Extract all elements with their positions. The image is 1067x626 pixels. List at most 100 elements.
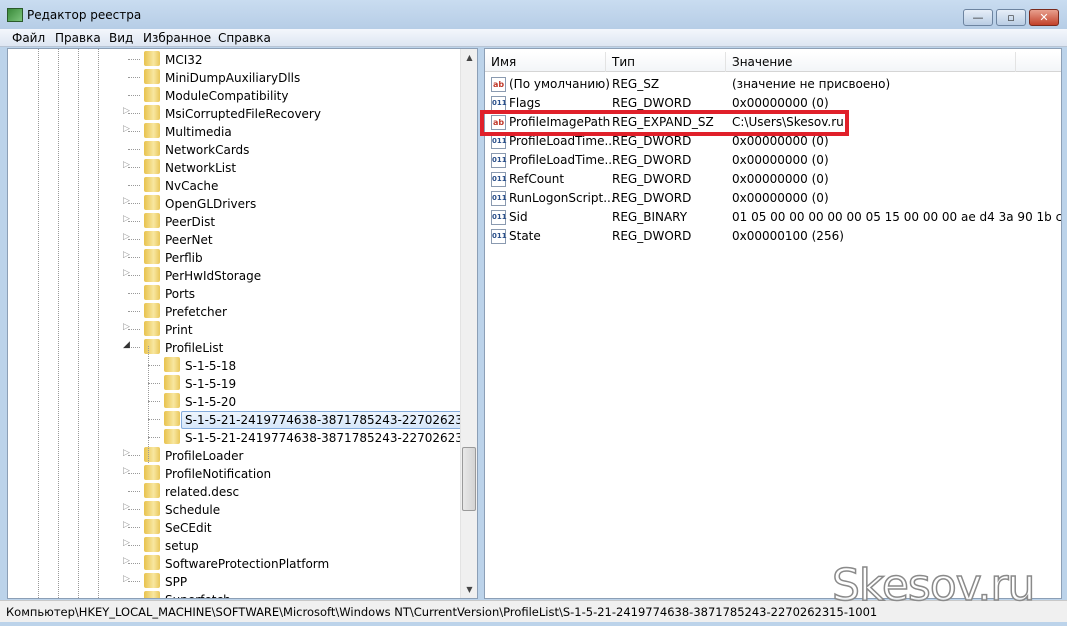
expand-arrow-icon[interactable]: ▷ [123,106,133,116]
tree-item-label: S-1-5-21-2419774638-3871785243-227026231… [185,431,477,445]
menu-favorites[interactable]: Избранное [143,31,211,45]
tree-item[interactable]: ▷ ProfileNotification [8,464,460,482]
tree-item-label: MsiCorruptedFileRecovery [165,107,321,121]
tree-scrollbar[interactable]: ▲ ▼ [460,49,477,598]
tree-connector [128,185,140,186]
tree-item[interactable]: ▷ NetworkList [8,158,460,176]
tree-item[interactable]: ◢ ProfileList [8,338,460,356]
tree-item[interactable]: S-1-5-21-2419774638-3871785243-227026231… [8,428,477,446]
tree-item[interactable]: ▷ SeCEdit [8,518,460,536]
folder-icon [144,483,160,498]
expand-arrow-icon[interactable]: ▷ [123,538,133,548]
tree-item[interactable]: NetworkCards [8,140,460,158]
menu-help[interactable]: Справка [218,31,271,45]
value-row[interactable]: 011 ProfileLoadTime... REG_DWORD 0x00000000… [485,151,1061,170]
menu-file[interactable]: Файл [12,31,45,45]
scroll-thumb[interactable] [462,447,476,511]
folder-icon [144,177,160,192]
menu-edit[interactable]: Правка [55,31,101,45]
tree-item-label: Prefetcher [165,305,227,319]
tree-item-label: SoftwareProtectionPlatform [165,557,330,571]
value-row[interactable]: 011 RefCount REG_DWORD 0x00000000 (0) [485,170,1061,189]
tree-connector [128,77,140,78]
value-row[interactable]: 011 RunLogonScript... REG_DWORD 0x00000000 … [485,189,1061,208]
tree-item[interactable]: ▷ SPP [8,572,460,590]
value-data: 01 05 00 00 00 00 00 05 15 00 00 00 ae d… [732,210,1062,224]
tree-item[interactable]: ▷ setup [8,536,460,554]
tree-item[interactable]: MCI32 [8,50,460,68]
tree-item[interactable]: ▷ ProfileLoader [8,446,460,464]
binary-value-icon: 011 [491,172,507,187]
collapse-arrow-icon[interactable]: ◢ [123,340,133,350]
folder-icon [144,51,160,66]
watermark-logo: Skesov.ru [831,559,1036,612]
expand-arrow-icon[interactable]: ▷ [123,556,133,566]
tree-item[interactable]: ▷ Perflib [8,248,460,266]
close-button[interactable]: ✕ [1029,9,1059,26]
tree-item[interactable]: ▷ PerHwIdStorage [8,266,460,284]
tree-connector [128,293,140,294]
value-row[interactable]: ab (По умолчанию) REG_SZ (значение не присв… [485,75,1061,94]
tree-item[interactable]: ▷ SoftwareProtectionPlatform [8,554,460,572]
tree-item[interactable]: related.desc [8,482,460,500]
binary-value-icon: 011 [491,191,507,206]
tree-item-label: S-1-5-21-2419774638-3871785243-227026231… [181,411,477,429]
scroll-down-arrow-icon[interactable]: ▼ [461,581,477,598]
tree-item-label: OpenGLDrivers [165,197,257,211]
tree-item[interactable]: ▷ PeerDist [8,212,460,230]
folder-icon [144,123,160,138]
tree-item[interactable]: NvCache [8,176,460,194]
folder-icon [144,213,160,228]
expand-arrow-icon[interactable]: ▷ [123,502,133,512]
expand-arrow-icon[interactable]: ▷ [123,160,133,170]
tree-item-label: S-1-5-20 [185,395,237,409]
tree-item[interactable]: Ports [8,284,460,302]
tree-item[interactable]: ▷ Schedule [8,500,460,518]
value-data: 0x00000000 (0) [732,172,829,186]
expand-arrow-icon[interactable]: ▷ [123,268,133,278]
expand-arrow-icon[interactable]: ▷ [123,232,133,242]
expand-arrow-icon[interactable]: ▷ [123,448,133,458]
tree-item[interactable]: ▷ PeerNet [8,230,460,248]
tree-item[interactable]: ModuleCompatibility [8,86,460,104]
folder-icon [144,105,160,120]
value-row[interactable]: 011 Sid REG_BINARY 01 05 00 00 00 00 00 05 … [485,208,1061,227]
tree-item[interactable]: S-1-5-20 [8,392,460,410]
expand-arrow-icon[interactable]: ▷ [123,250,133,260]
tree-item[interactable]: Prefetcher [8,302,460,320]
tree-item-label: SeCEdit [165,521,212,535]
tree-item[interactable]: ▷ OpenGLDrivers [8,194,460,212]
folder-icon [144,303,160,318]
tree-item[interactable]: ▷ MsiCorruptedFileRecovery [8,104,460,122]
menu-view[interactable]: Вид [109,31,133,45]
tree-item[interactable]: ▷ Print [8,320,460,338]
tree-item[interactable]: Superfetch [8,590,460,598]
expand-arrow-icon[interactable]: ▷ [123,214,133,224]
expand-arrow-icon[interactable]: ▷ [123,574,133,584]
expand-arrow-icon[interactable]: ▷ [123,124,133,134]
value-type: REG_DWORD [612,191,692,205]
registry-tree[interactable]: MCI32 MiniDumpAuxiliaryDlls ModuleCompatib… [7,48,478,599]
tree-connector [148,437,160,438]
expand-arrow-icon[interactable]: ▷ [123,520,133,530]
tree-item[interactable]: S-1-5-18 [8,356,460,374]
value-name: ProfileLoadTime... [509,134,616,148]
folder-icon [144,285,160,300]
expand-arrow-icon[interactable]: ▷ [123,322,133,332]
value-row[interactable]: 011 State REG_DWORD 0x00000100 (256) [485,227,1061,246]
folder-icon [144,231,160,246]
tree-item[interactable]: S-1-5-21-2419774638-3871785243-227026231… [8,410,477,429]
tree-item[interactable]: MiniDumpAuxiliaryDlls [8,68,460,86]
tree-item[interactable]: ▷ Multimedia [8,122,460,140]
tree-item-label: Ports [165,287,196,301]
tree-item[interactable]: S-1-5-19 [8,374,460,392]
scroll-up-arrow-icon[interactable]: ▲ [461,49,477,66]
column-type[interactable]: Тип [606,52,726,72]
maximize-button[interactable]: ▫ [996,9,1026,26]
column-name[interactable]: Имя [485,52,606,72]
expand-arrow-icon[interactable]: ▷ [123,196,133,206]
tree-item-label: S-1-5-19 [185,377,237,391]
expand-arrow-icon[interactable]: ▷ [123,466,133,476]
minimize-button[interactable]: — [963,9,993,26]
column-value[interactable]: Значение [726,52,1016,72]
